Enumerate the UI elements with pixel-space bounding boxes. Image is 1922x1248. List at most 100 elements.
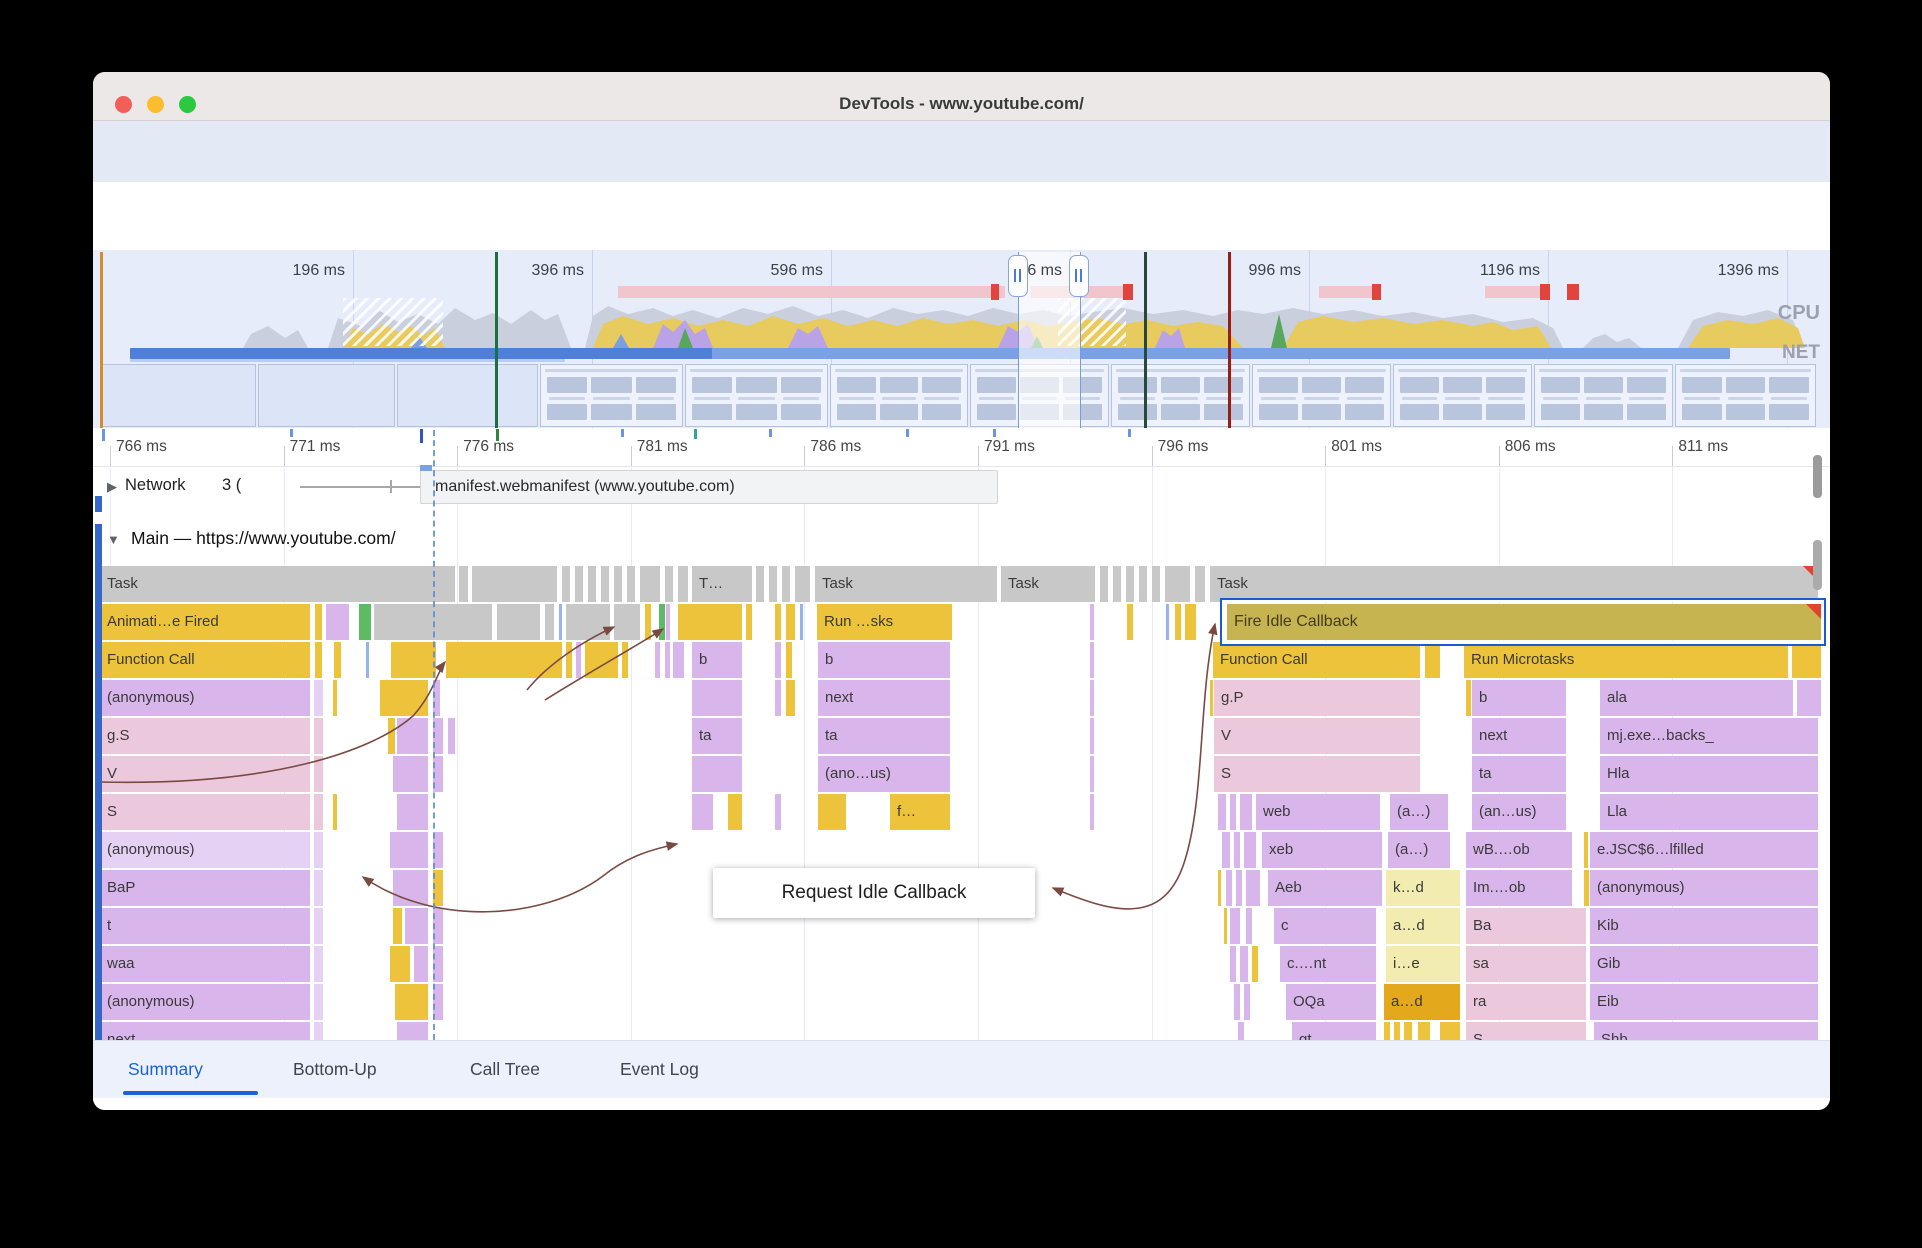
flame-event[interactable]: b [818, 642, 950, 678]
flame-event[interactable]: c [1274, 908, 1376, 944]
main-track-label[interactable]: Main — https://www.youtube.com/ [131, 528, 396, 549]
flame-event-sliver[interactable] [1440, 1022, 1460, 1040]
screenshot-thumbnail[interactable] [540, 364, 683, 427]
flame-event-sliver[interactable] [678, 566, 688, 602]
flame-event-sliver[interactable] [1797, 680, 1821, 716]
flame-event-sliver[interactable] [393, 908, 402, 944]
flame-event-sliver[interactable] [1175, 604, 1181, 640]
flame-event-sliver[interactable] [393, 870, 428, 906]
flame-event[interactable]: OQa [1286, 984, 1376, 1020]
flame-event[interactable]: ala [1600, 680, 1793, 716]
flame-event-sliver[interactable] [315, 642, 322, 678]
flame-event-sliver[interactable] [614, 566, 622, 602]
flame-event-sliver[interactable] [692, 756, 742, 792]
flame-event-sliver[interactable] [1127, 604, 1133, 640]
flame-event-sliver[interactable] [334, 642, 341, 678]
flame-event-sliver[interactable] [1113, 566, 1121, 602]
network-disclosure-icon[interactable]: ▶ [107, 479, 117, 495]
flame-event-sliver[interactable] [314, 984, 323, 1020]
flame-event-sliver[interactable] [601, 566, 609, 602]
flame-event-sliver[interactable] [786, 680, 795, 716]
flame-event-sliver[interactable] [1584, 832, 1588, 868]
flame-event[interactable]: web [1256, 794, 1380, 830]
screenshot-thumbnail[interactable] [1252, 364, 1391, 427]
flame-event-sliver[interactable] [1100, 566, 1108, 602]
flame-event-sliver[interactable] [1236, 870, 1242, 906]
flame-event[interactable]: Run …sks [817, 604, 952, 640]
flame-event-sliver[interactable] [1394, 1022, 1400, 1040]
flame-event-sliver[interactable] [1090, 756, 1094, 792]
flame-event[interactable]: S [100, 794, 310, 830]
flame-event-sliver[interactable] [678, 604, 742, 640]
flame-event[interactable]: b [1472, 680, 1566, 716]
flame-event-sliver[interactable] [1246, 908, 1252, 944]
flame-event[interactable]: (anonymous) [100, 832, 310, 868]
flame-event[interactable]: Ba [1466, 908, 1586, 944]
flame-event-sliver[interactable] [333, 794, 337, 830]
screenshot-thumbnail[interactable] [1393, 364, 1532, 427]
flame-event[interactable]: Task [100, 566, 455, 602]
flame-event-sliver[interactable] [1418, 1022, 1430, 1040]
flame-event-sliver[interactable] [614, 604, 640, 640]
flame-event[interactable]: i…e [1386, 946, 1460, 982]
detail-tab-bottom-up[interactable]: Bottom-Up [293, 1059, 377, 1080]
flame-event[interactable]: g.P [1214, 680, 1420, 716]
timeline-overview[interactable]: CPU NET 196 ms 396 ms 596 ms 796 ms 996 ms 11… [93, 250, 1830, 428]
flame-event[interactable]: Lla [1600, 794, 1818, 830]
flame-event-sliver[interactable] [665, 566, 673, 602]
flame-event[interactable]: e.JSC$6…lfilled [1590, 832, 1818, 868]
flame-event-sliver[interactable] [1404, 1022, 1412, 1040]
flame-event-sliver[interactable] [397, 718, 428, 754]
flame-event-sliver[interactable] [314, 794, 323, 830]
network-request[interactable]: manifest.webmanifest (www.youtube.com) [420, 470, 998, 504]
flame-event-sliver[interactable] [1222, 832, 1230, 868]
flame-event[interactable]: Animati…e Fired [100, 604, 310, 640]
flame-event-sliver[interactable] [576, 642, 581, 678]
flame-event-sliver[interactable] [459, 566, 468, 602]
flame-event[interactable]: BaP [100, 870, 310, 906]
window-right-handle[interactable] [1069, 255, 1089, 297]
flame-event-sliver[interactable] [1230, 946, 1236, 982]
flame-event[interactable]: Task [1001, 566, 1095, 602]
flame-event-sliver[interactable] [775, 680, 781, 716]
flame-event[interactable]: Function Call [1213, 642, 1420, 678]
network-track-label[interactable]: Network [125, 476, 186, 495]
flame-event-sliver[interactable] [497, 604, 540, 640]
flame-event[interactable]: ta [1472, 756, 1566, 792]
flame-event[interactable]: xeb [1262, 832, 1382, 868]
flame-event-sliver[interactable] [314, 756, 323, 792]
flame-event-sliver[interactable] [397, 794, 428, 830]
flame-event-sliver[interactable] [640, 566, 660, 602]
flame-event-sliver[interactable] [395, 984, 428, 1020]
flame-event-sliver[interactable] [566, 642, 572, 678]
flame-event-sliver[interactable] [795, 566, 810, 602]
flame-event[interactable]: ra [1466, 984, 1586, 1020]
flame-event-sliver[interactable] [472, 566, 557, 602]
flame-event-sliver[interactable] [782, 566, 790, 602]
flame-event-sliver[interactable] [1185, 604, 1196, 640]
flame-event[interactable]: a…d [1386, 908, 1460, 944]
flame-event-sliver[interactable] [728, 794, 742, 830]
flame-event-sliver[interactable] [666, 604, 670, 640]
flame-event[interactable]: V [1214, 718, 1420, 754]
flame-event[interactable]: (anonymous) [100, 984, 310, 1020]
flame-event[interactable]: Run Microtasks [1464, 642, 1788, 678]
window-left-handle[interactable] [1008, 255, 1028, 297]
flame-event-sliver[interactable] [388, 718, 395, 754]
flame-event[interactable]: a…d [1384, 984, 1460, 1020]
flame-event-sliver[interactable] [1244, 832, 1256, 868]
flame-event[interactable]: g.S [100, 718, 310, 754]
flame-event-sliver[interactable] [1584, 870, 1589, 906]
flame-event-sliver[interactable] [673, 642, 684, 678]
flame-event-sliver[interactable] [414, 946, 428, 982]
flame-event-sliver[interactable] [1090, 718, 1094, 754]
flame-event-sliver[interactable] [1246, 870, 1260, 906]
screenshot-thumbnail[interactable] [100, 364, 256, 427]
flame-event-sliver[interactable] [692, 680, 742, 716]
flame-event[interactable]: T… [692, 566, 752, 602]
vertical-scrollbar-thumb[interactable] [1813, 455, 1822, 498]
flame-event-sliver[interactable] [622, 642, 628, 678]
flame-event[interactable]: Aeb [1268, 870, 1382, 906]
flame-event-sliver[interactable] [1090, 642, 1094, 678]
flame-event-sliver[interactable] [405, 908, 428, 944]
